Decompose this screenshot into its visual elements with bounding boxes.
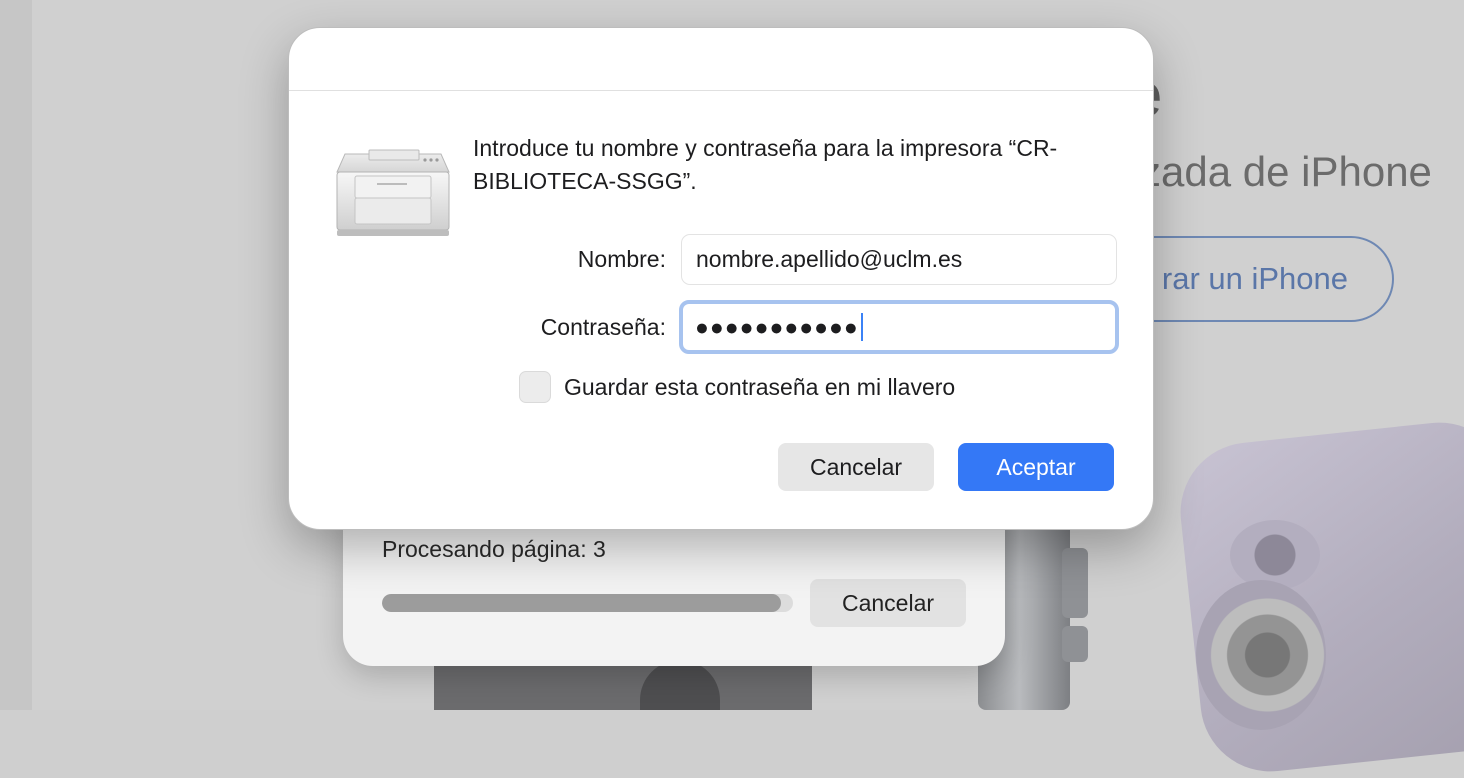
background-iphone-image [1173,415,1464,778]
remember-password-label[interactable]: Guardar esta contraseña en mi llavero [564,374,955,401]
printer-icon [333,146,453,243]
progress-cancel-button[interactable]: Cancelar [810,579,966,627]
cancel-button-label: Cancelar [809,453,903,480]
background-iphone-button [1062,626,1088,662]
password-label: Contraseña: [540,314,666,340]
dialog-message: Introduce tu nombre y contraseña para la… [473,135,1058,194]
progress-cancel-label: Cancelar [841,589,935,616]
window-edge [0,0,32,710]
background-camera-lens [1230,520,1320,590]
accept-button-label: Aceptar [996,453,1076,480]
dialog-title-bar [289,28,1153,91]
progress-bar-fill [382,594,781,612]
cancel-button[interactable]: Cancelar [778,443,934,491]
password-field[interactable]: ●●●●●●●●●●● [679,300,1119,354]
background-subtitle: zada de iPhone [1140,148,1432,195]
password-field-value: ●●●●●●●●●●● [695,313,859,340]
text-caret [860,313,863,341]
remember-password-checkbox[interactable] [519,371,551,403]
progress-bar [382,594,793,612]
accept-button[interactable]: Aceptar [958,443,1114,491]
progress-status-text: Procesando página: 3 [382,536,606,562]
background-camera-lens [1196,580,1326,730]
name-field[interactable]: nombre.apellido@uclm.es [681,234,1117,285]
name-field-value: nombre.apellido@uclm.es [696,246,963,272]
remember-password-row[interactable]: Guardar esta contraseña en mi llavero [519,371,955,403]
name-label: Nombre: [577,246,666,272]
printer-auth-dialog: Introduce tu nombre y contraseña para la… [288,27,1154,530]
background-iphone-button [1062,548,1088,618]
background-buy-iphone-label: rar un iPhone [1161,261,1348,296]
